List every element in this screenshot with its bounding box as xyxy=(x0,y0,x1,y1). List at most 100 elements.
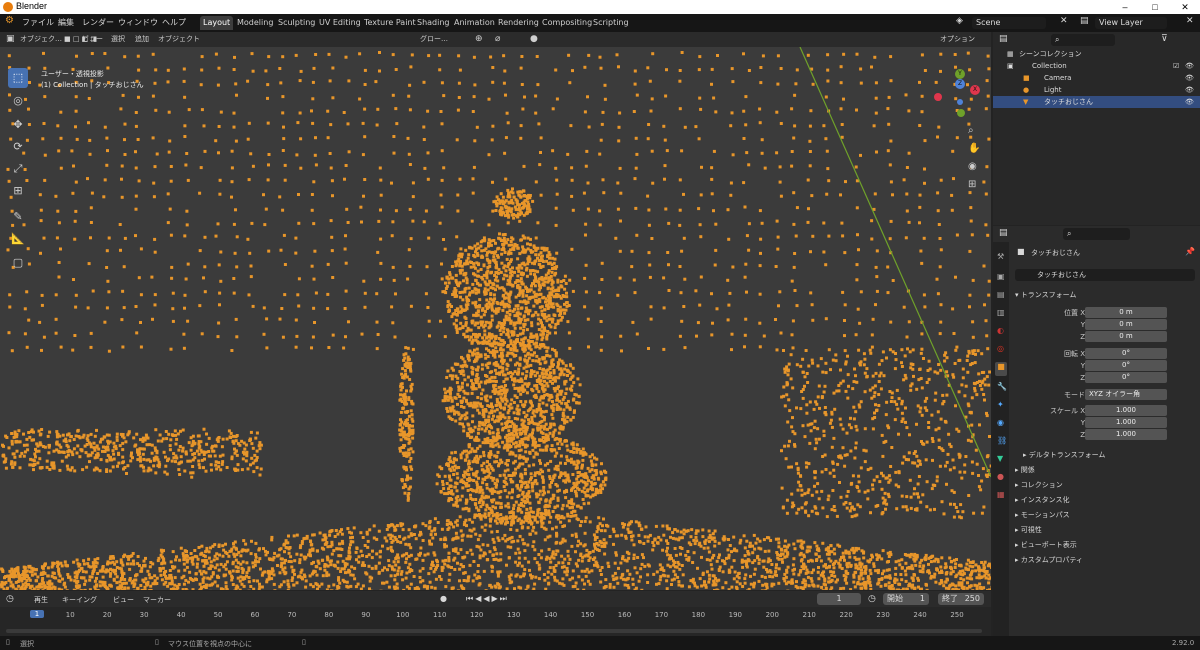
3d-viewport[interactable]: ユーザー・透視投影 (1) Collection | タッチおじさん ⬚ ◎ ✥… xyxy=(0,47,991,590)
properties-search-input[interactable]: ⌕ xyxy=(1063,228,1130,240)
viewport-menu-select[interactable]: 選択 xyxy=(111,34,125,45)
output-tab-icon[interactable]: ▤ xyxy=(997,290,1005,299)
viewport-menu-add[interactable]: 追加 xyxy=(135,34,149,45)
snap-icon[interactable]: ⌀ xyxy=(495,34,500,45)
outliner-editor-icon[interactable]: ▤ xyxy=(999,34,1008,44)
menu-file[interactable]: ファイル xyxy=(22,17,54,28)
options-dropdown[interactable]: オプション xyxy=(940,34,975,45)
texture-tab-icon[interactable]: ▦ xyxy=(997,490,1005,499)
zoom-icon[interactable]: ⌕ xyxy=(968,125,974,136)
view-layer-field[interactable]: View Layer xyxy=(1095,17,1167,29)
camera-eye-icon[interactable]: 👁 xyxy=(1185,72,1194,84)
select-box-tool[interactable]: ⬚ xyxy=(8,68,28,88)
pin-icon[interactable]: 📌 xyxy=(1185,247,1195,256)
view-layer-delete-icon[interactable]: ✕ xyxy=(1186,16,1194,26)
rotation-y-field[interactable]: 0° xyxy=(1085,360,1167,371)
outliner-item-camera[interactable]: ■ Camera 👁 xyxy=(993,72,1200,84)
cursor-tool[interactable]: ◎ xyxy=(8,91,28,111)
gizmo-y-axis-icon[interactable]: Y xyxy=(955,69,965,79)
outliner-item-mesh[interactable]: ▼ タッチおじさん 👁 xyxy=(993,96,1200,108)
scale-tool[interactable]: ⤢ xyxy=(8,159,28,179)
tab-scripting[interactable]: Scripting xyxy=(590,16,632,30)
end-frame-field[interactable]: 終了 250 xyxy=(938,593,984,605)
tab-sculpting[interactable]: Sculpting xyxy=(275,16,318,30)
object-name-field[interactable]: タッチおじさん xyxy=(1015,269,1195,281)
timeline-menu-keying[interactable]: キーイング xyxy=(62,595,97,605)
outliner-scene-collection[interactable]: ▦ シーンコレクション xyxy=(993,48,1200,60)
scene-name-field[interactable]: Scene xyxy=(972,17,1046,29)
current-frame-field[interactable]: 1 xyxy=(817,593,861,605)
transform-panel-header[interactable]: ▾ トランスフォーム xyxy=(1015,290,1076,300)
gizmo-neg-y-icon[interactable] xyxy=(957,109,965,117)
preview-range-icon[interactable]: ◷ xyxy=(868,594,876,604)
timeline-editor-icon[interactable]: ◷ xyxy=(6,594,14,604)
measure-tool[interactable]: 📐 xyxy=(8,229,28,249)
panel-custom-properties[interactable]: ▸ カスタムプロパティ xyxy=(1015,555,1083,565)
timeline-area[interactable]: 1 10 20 30 40 50 60 70 80 90 100 110 120 130 140 150 160… xyxy=(0,607,991,636)
filter-icon[interactable]: ⊽ xyxy=(1161,34,1168,44)
tab-uv-editing[interactable]: UV Editing xyxy=(316,16,364,30)
move-tool[interactable]: ✥ xyxy=(8,115,28,135)
ortho-grid-icon[interactable]: ⊞ xyxy=(968,179,976,190)
menu-window[interactable]: ウィンドウ xyxy=(118,17,158,28)
delta-transform-panel[interactable]: ▸ デルタトランスフォーム xyxy=(1023,450,1105,460)
panel-visibility[interactable]: ▸ 可視性 xyxy=(1015,525,1042,535)
camera-view-icon[interactable]: ◉ xyxy=(968,161,977,172)
tool-tab-icon[interactable]: ⚒ xyxy=(997,252,1004,261)
location-z-field[interactable]: 0 m xyxy=(1085,331,1167,342)
light-eye-icon[interactable]: 👁 xyxy=(1185,84,1194,96)
playback-controls-icon[interactable]: ⏮◀◀▶⏭ xyxy=(466,594,509,604)
rotation-z-field[interactable]: 0° xyxy=(1085,372,1167,383)
location-x-field[interactable]: 0 m xyxy=(1085,307,1167,318)
maximize-button[interactable]: □ xyxy=(1140,0,1170,14)
mode-dropdown[interactable]: オブジェク… xyxy=(20,34,62,45)
record-icon[interactable]: ● xyxy=(440,594,447,603)
menu-edit[interactable]: 編集 xyxy=(58,17,74,28)
panel-motion-paths[interactable]: ▸ モーションパス xyxy=(1015,510,1070,520)
start-frame-field[interactable]: 開始 1 xyxy=(883,593,929,605)
scale-y-field[interactable]: 1.000 xyxy=(1085,417,1167,428)
scene-delete-icon[interactable]: ✕ xyxy=(1060,16,1068,26)
menu-render[interactable]: レンダー xyxy=(82,17,114,28)
timeline-menu-marker[interactable]: マーカー xyxy=(143,595,171,605)
collection-checkbox-icon[interactable]: ☑ xyxy=(1173,60,1179,72)
transform-tool[interactable]: ⊞ xyxy=(8,181,28,201)
viewport-menu-view[interactable]: ビュー xyxy=(82,34,103,45)
scale-x-field[interactable]: 1.000 xyxy=(1085,405,1167,416)
minimize-button[interactable]: – xyxy=(1110,0,1140,14)
panel-collections[interactable]: ▸ コレクション xyxy=(1015,480,1063,490)
tab-compositing[interactable]: Compositing xyxy=(539,16,595,30)
orientation-dropdown[interactable]: グロー… xyxy=(420,34,448,45)
menu-help[interactable]: ヘルプ xyxy=(162,17,186,28)
timeline-scrollbar[interactable] xyxy=(6,629,982,633)
properties-editor-icon[interactable]: ▤ xyxy=(999,228,1008,238)
gizmo-neg-x-icon[interactable] xyxy=(934,93,942,101)
location-y-field[interactable]: 0 m xyxy=(1085,319,1167,330)
collection-eye-icon[interactable]: 👁 xyxy=(1185,60,1194,72)
data-tab-icon[interactable]: ▼ xyxy=(997,454,1003,463)
scale-z-field[interactable]: 1.000 xyxy=(1085,429,1167,440)
blender-menu-icon[interactable]: ⚙ xyxy=(5,15,14,26)
tab-animation[interactable]: Animation xyxy=(451,16,498,30)
tab-shading[interactable]: Shading xyxy=(414,16,453,30)
tab-layout[interactable]: Layout xyxy=(200,16,234,30)
close-button[interactable]: ✕ xyxy=(1170,0,1200,14)
scene-icon[interactable]: ◈ xyxy=(956,16,963,26)
view-layer-icon[interactable]: ▤ xyxy=(1080,16,1089,26)
rotation-x-field[interactable]: 0° xyxy=(1085,348,1167,359)
annotate-tool[interactable]: ✎ xyxy=(8,207,28,227)
gizmo-x-axis-icon[interactable]: X xyxy=(970,85,980,95)
mesh-eye-icon[interactable]: 👁 xyxy=(1185,96,1194,108)
tab-texture-paint[interactable]: Texture Paint xyxy=(361,16,419,30)
timeline-menu-view[interactable]: ビュー xyxy=(113,595,134,605)
proportional-edit-icon[interactable]: ● xyxy=(530,34,538,45)
viewport-menu-object[interactable]: オブジェクト xyxy=(158,34,200,45)
outliner-search-input[interactable]: ⌕ xyxy=(1051,34,1115,46)
outliner-item-light[interactable]: ● Light 👁 xyxy=(993,84,1200,96)
tab-rendering[interactable]: Rendering xyxy=(495,16,542,30)
add-cube-tool[interactable]: ▢ xyxy=(8,253,28,273)
pivot-icon[interactable]: ⊕ xyxy=(475,34,483,45)
panel-viewport-display[interactable]: ▸ ビューポート表示 xyxy=(1015,540,1077,550)
timeline-menu-playback[interactable]: 再生 xyxy=(34,595,48,605)
tab-modeling[interactable]: Modeling xyxy=(234,16,276,30)
